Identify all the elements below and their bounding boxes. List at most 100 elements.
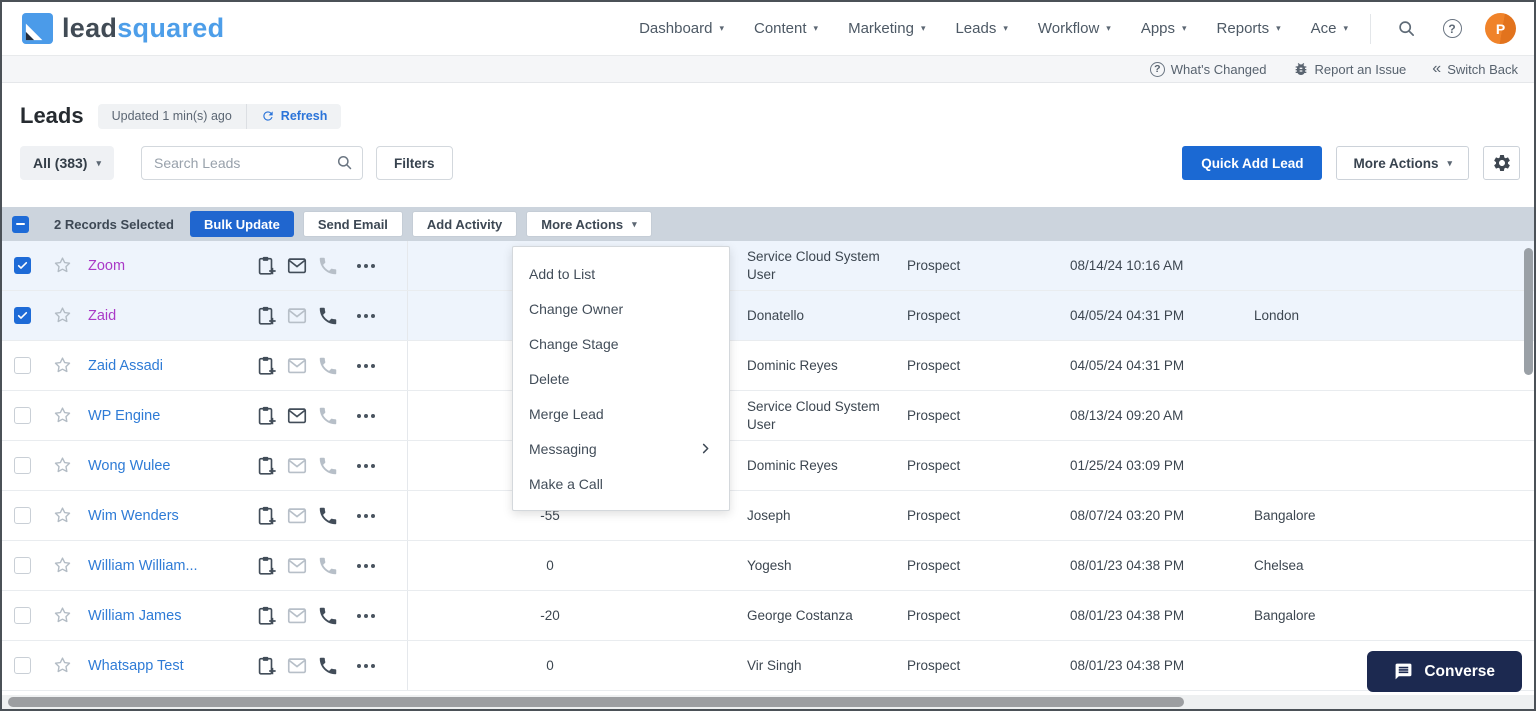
star-icon[interactable] [52, 355, 73, 376]
lead-name-link[interactable]: William William... [88, 558, 198, 574]
menu-item-delete[interactable]: Delete [513, 361, 729, 396]
nav-item-leads[interactable]: Leads ▾ [955, 20, 1007, 37]
phone-icon[interactable] [317, 455, 339, 477]
menu-item-make-a-call[interactable]: Make a Call [513, 466, 729, 501]
send-email-button[interactable]: Send Email [302, 211, 403, 237]
menu-item-add-to-list[interactable]: Add to List [513, 256, 729, 291]
menu-item-merge-lead[interactable]: Merge Lead [513, 396, 729, 431]
nav-item-ace[interactable]: Ace ▾ [1311, 20, 1348, 37]
settings-gear-button[interactable] [1483, 146, 1520, 180]
more-options-icon[interactable] [357, 563, 361, 568]
lead-name-link[interactable]: William James [88, 608, 181, 624]
bulk-update-button[interactable]: Bulk Update [190, 211, 294, 237]
converse-button[interactable]: Converse [1367, 651, 1522, 692]
star-icon[interactable] [52, 255, 73, 276]
email-icon[interactable] [286, 505, 308, 527]
row-checkbox[interactable] [13, 457, 31, 474]
nav-item-marketing[interactable]: Marketing ▾ [848, 20, 925, 37]
email-icon[interactable] [286, 405, 308, 427]
phone-icon[interactable] [317, 505, 339, 527]
leadsquared-logo[interactable]: leadsquared [22, 13, 224, 44]
star-icon[interactable] [52, 455, 73, 476]
global-search-icon[interactable] [1393, 16, 1419, 42]
row-checkbox[interactable] [13, 507, 31, 524]
star-icon[interactable] [52, 605, 73, 626]
star-icon[interactable] [52, 555, 73, 576]
row-checkbox[interactable] [13, 357, 31, 374]
bulk-more-actions-button[interactable]: More Actions ▾ [526, 211, 652, 237]
switch-back-link[interactable]: « Switch Back [1432, 61, 1518, 77]
email-icon[interactable] [286, 605, 308, 627]
quick-add-lead-button[interactable]: Quick Add Lead [1182, 146, 1323, 180]
lead-name-link[interactable]: Wim Wenders [88, 508, 179, 524]
add-activity-button[interactable]: Add Activity [411, 211, 518, 237]
lead-name-link[interactable]: Whatsapp Test [88, 658, 184, 674]
row-checkbox[interactable] [13, 557, 31, 574]
add-activity-icon[interactable] [255, 405, 277, 427]
row-checkbox[interactable] [13, 407, 31, 424]
phone-icon[interactable] [317, 255, 339, 277]
list-view-selector[interactable]: All (383) ▾ [20, 146, 114, 180]
star-icon[interactable] [52, 305, 73, 326]
add-activity-icon[interactable] [255, 555, 277, 577]
lead-name-link[interactable]: Zoom [88, 258, 125, 274]
lead-name-link[interactable]: Wong Wulee [88, 458, 170, 474]
lead-name-link[interactable]: Zaid [88, 308, 116, 324]
add-activity-icon[interactable] [255, 455, 277, 477]
row-checkbox[interactable] [13, 257, 31, 274]
star-icon[interactable] [52, 405, 73, 426]
add-activity-icon[interactable] [255, 305, 277, 327]
email-icon[interactable] [286, 655, 308, 677]
add-activity-icon[interactable] [255, 255, 277, 277]
email-icon[interactable] [286, 355, 308, 377]
phone-icon[interactable] [317, 405, 339, 427]
nav-item-content[interactable]: Content ▾ [754, 20, 818, 37]
menu-item-messaging[interactable]: Messaging [513, 431, 729, 466]
phone-icon[interactable] [317, 305, 339, 327]
email-icon[interactable] [286, 255, 308, 277]
more-options-icon[interactable] [357, 513, 361, 518]
nav-item-reports[interactable]: Reports ▾ [1217, 20, 1281, 37]
add-activity-icon[interactable] [255, 505, 277, 527]
select-all-checkbox[interactable] [12, 215, 29, 233]
add-activity-icon[interactable] [255, 655, 277, 677]
more-actions-button[interactable]: More Actions ▾ [1336, 146, 1469, 180]
nav-item-workflow[interactable]: Workflow ▾ [1038, 20, 1111, 37]
help-icon[interactable]: ? [1439, 16, 1465, 42]
lead-name-link[interactable]: Zaid Assadi [88, 358, 163, 374]
add-activity-icon[interactable] [255, 355, 277, 377]
menu-item-change-stage[interactable]: Change Stage [513, 326, 729, 361]
row-checkbox[interactable] [13, 607, 31, 624]
vertical-scrollbar-thumb[interactable] [1524, 248, 1533, 375]
menu-item-change-owner[interactable]: Change Owner [513, 291, 729, 326]
email-icon[interactable] [286, 305, 308, 327]
more-options-icon[interactable] [357, 313, 361, 318]
more-options-icon[interactable] [357, 363, 361, 368]
user-avatar[interactable]: P [1485, 13, 1516, 44]
nav-item-dashboard[interactable]: Dashboard ▾ [639, 20, 724, 37]
star-icon[interactable] [52, 505, 73, 526]
nav-item-apps[interactable]: Apps ▾ [1141, 20, 1187, 37]
horizontal-scrollbar-thumb[interactable] [8, 697, 1184, 707]
report-issue-link[interactable]: Report an Issue [1293, 61, 1406, 77]
more-options-icon[interactable] [357, 663, 361, 668]
more-options-icon[interactable] [357, 463, 361, 468]
row-checkbox[interactable] [13, 657, 31, 674]
phone-icon[interactable] [317, 555, 339, 577]
filters-button[interactable]: Filters [376, 146, 453, 180]
whats-changed-link[interactable]: ? What's Changed [1149, 61, 1267, 77]
phone-icon[interactable] [317, 655, 339, 677]
email-icon[interactable] [286, 455, 308, 477]
add-activity-icon[interactable] [255, 605, 277, 627]
more-options-icon[interactable] [357, 413, 361, 418]
lead-name-link[interactable]: WP Engine [88, 408, 160, 424]
phone-icon[interactable] [317, 355, 339, 377]
refresh-button[interactable]: Refresh [247, 109, 342, 123]
search-input[interactable] [141, 146, 363, 180]
phone-icon[interactable] [317, 605, 339, 627]
more-options-icon[interactable] [357, 263, 361, 268]
star-icon[interactable] [52, 655, 73, 676]
more-options-icon[interactable] [357, 613, 361, 618]
email-icon[interactable] [286, 555, 308, 577]
row-checkbox[interactable] [13, 307, 31, 324]
